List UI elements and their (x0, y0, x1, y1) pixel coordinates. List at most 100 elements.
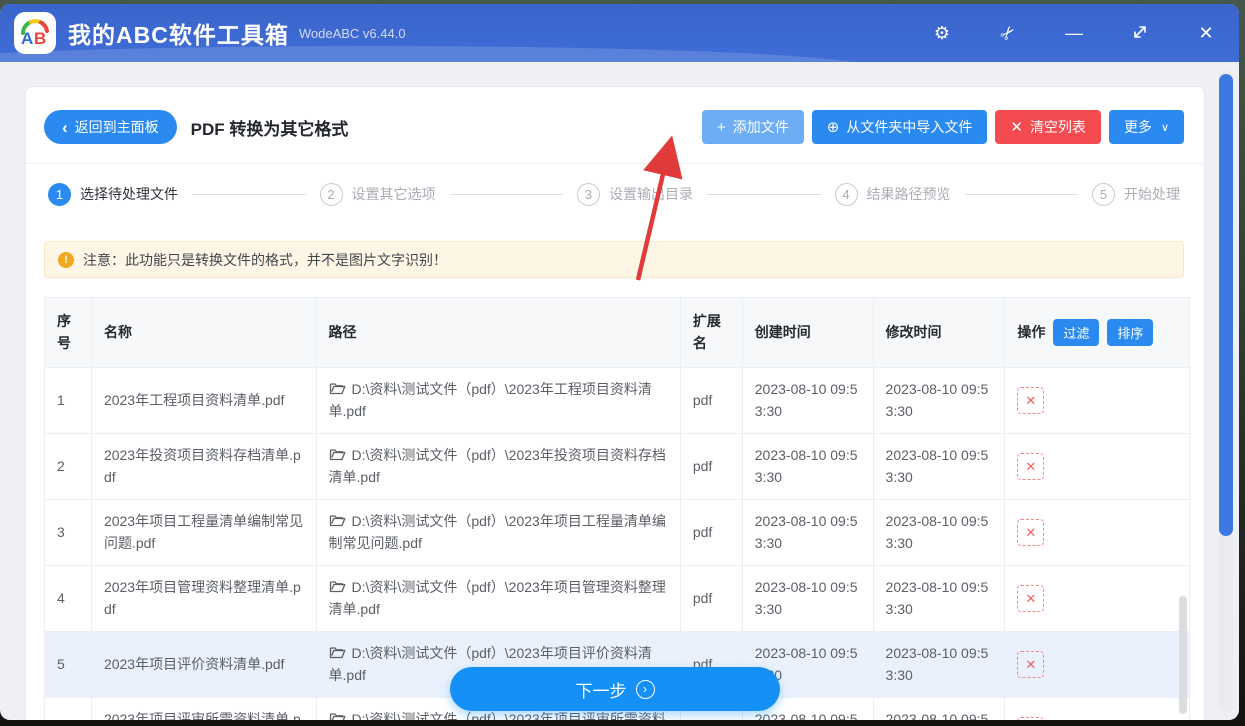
add-file-button[interactable]: + 添加文件 (702, 110, 804, 144)
cell-ext: pdf (681, 566, 743, 631)
warning-notice: ! 注意：此功能只是转换文件的格式，并不是图片文字识别！ (44, 241, 1184, 278)
folder-icon (329, 645, 346, 660)
more-button[interactable]: 更多 ∨ (1109, 110, 1184, 144)
cell-action: ✕ (1005, 368, 1189, 433)
path-text: D:\资料\测试文件（pdf）\2023年项目评审所需资料清单.pdf (329, 711, 666, 720)
header-ext: 扩展名 (681, 298, 743, 367)
header-action: 操作 过滤 排序 (1005, 298, 1189, 367)
abc-logo-icon: A B (18, 16, 52, 50)
table-row[interactable]: 3 2023年项目工程量清单编制常见问题.pdf D:\资料\测试文件（pdf）… (45, 500, 1189, 566)
header-index: 序号 (45, 298, 92, 367)
toolbar: ‹ 返回到主面板 PDF 转换为其它格式 + 添加文件 ⊕ 从文件夹中导入文件 … (44, 109, 1184, 145)
back-to-main-button[interactable]: ‹ 返回到主面板 (44, 110, 177, 144)
minimize-icon[interactable]: — (1063, 24, 1085, 42)
next-step-button[interactable]: 下一步 › (450, 667, 780, 711)
delete-row-button[interactable]: ✕ (1017, 585, 1044, 612)
cell-action: ✕ (1005, 434, 1189, 499)
table-row[interactable]: 4 2023年项目管理资料整理清单.pdf D:\资料\测试文件（pdf）\20… (45, 566, 1189, 632)
cell-name: 2023年项目评价资料清单.pdf (92, 632, 317, 697)
header-name: 名称 (92, 298, 317, 367)
sort-button[interactable]: 排序 (1107, 319, 1153, 346)
cell-modified: 2023-08-10 09:53:30 (874, 368, 1006, 433)
step-label: 结果路径预览 (867, 184, 951, 204)
window-scrollbar-track[interactable] (1219, 70, 1233, 712)
step-number: 2 (320, 183, 343, 206)
arrow-right-circle-icon: › (636, 680, 655, 699)
path-text: D:\资料\测试文件（pdf）\2023年项目工程量清单编制常见问题.pdf (329, 513, 666, 551)
folder-icon (329, 447, 346, 462)
scissors-icon[interactable]: ✂ (994, 19, 1022, 47)
step-number: 5 (1092, 183, 1115, 206)
step-item: 5 开始处理 (1092, 183, 1180, 206)
plus-icon: + (717, 120, 726, 135)
titlebar: A B 我的ABC软件工具箱 WodeABC v6.44.0 ⚙ ✂ — ✕ (0, 4, 1239, 62)
close-icon[interactable]: ✕ (1195, 24, 1217, 42)
delete-row-button[interactable]: ✕ (1017, 519, 1044, 546)
cell-created: 2023-08-10 09:53:30 (743, 368, 874, 433)
step-number: 4 (835, 183, 858, 206)
folder-icon (329, 513, 346, 528)
cell-path: D:\资料\测试文件（pdf）\2023年项目管理资料整理清单.pdf (317, 566, 681, 631)
cell-index: 2 (45, 434, 92, 499)
cell-index: 6 (45, 698, 92, 720)
clear-list-button[interactable]: ✕ 清空列表 (995, 110, 1101, 144)
cell-path: D:\资料\测试文件（pdf）\2023年项目工程量清单编制常见问题.pdf (317, 500, 681, 565)
warning-icon: ! (58, 252, 74, 268)
header-modified: 修改时间 (874, 298, 1006, 367)
window-scrollbar-thumb[interactable] (1219, 74, 1233, 536)
cell-created: 2023-08-10 09:53:30 (743, 434, 874, 499)
step-label: 开始处理 (1124, 184, 1180, 204)
resize-icon[interactable] (1129, 24, 1151, 43)
warning-text: 注意：此功能只是转换文件的格式，并不是图片文字识别！ (83, 250, 447, 270)
folder-icon (329, 381, 346, 396)
cell-modified: 2023-08-10 09:53:30 (874, 566, 1006, 631)
table-scrollbar-thumb[interactable] (1179, 596, 1187, 714)
table-row[interactable]: 2 2023年投资项目资料存档清单.pdf D:\资料\测试文件（pdf）\20… (45, 434, 1189, 500)
step-number: 3 (577, 183, 600, 206)
step-connector (192, 194, 306, 195)
chevron-left-icon: ‹ (62, 119, 68, 136)
svg-text:A: A (21, 29, 33, 48)
x-icon: ✕ (1010, 120, 1023, 135)
cell-action: ✕ (1005, 566, 1189, 631)
cell-path: D:\资料\测试文件（pdf）\2023年投资项目资料存档清单.pdf (317, 434, 681, 499)
cell-modified: 2023-08-10 09:53:30 (874, 500, 1006, 565)
svg-text:B: B (34, 29, 46, 48)
delete-row-button[interactable]: ✕ (1017, 387, 1044, 414)
step-connector (965, 194, 1079, 195)
cell-ext: pdf (681, 368, 743, 433)
cell-action: ✕ (1005, 698, 1189, 720)
filter-button[interactable]: 过滤 (1053, 319, 1099, 346)
path-text: D:\资料\测试文件（pdf）\2023年投资项目资料存档清单.pdf (329, 447, 666, 485)
app-logo: A B (14, 12, 56, 54)
cell-name: 2023年项目工程量清单编制常见问题.pdf (92, 500, 317, 565)
table-header-row: 序号 名称 路径 扩展名 创建时间 修改时间 操作 过滤 排序 (45, 298, 1189, 368)
path-text: D:\资料\测试文件（pdf）\2023年工程项目资料清单.pdf (329, 381, 652, 419)
cell-index: 3 (45, 500, 92, 565)
cell-action: ✕ (1005, 632, 1189, 697)
toolbar-divider (26, 163, 1204, 164)
step-connector (450, 194, 564, 195)
header-path: 路径 (317, 298, 681, 367)
cell-action: ✕ (1005, 500, 1189, 565)
table-row[interactable]: 1 2023年工程项目资料清单.pdf D:\资料\测试文件（pdf）\2023… (45, 368, 1189, 434)
app-title: 我的ABC软件工具箱 (68, 16, 289, 50)
app-version: WodeABC v6.44.0 (299, 26, 406, 41)
back-button-label: 返回到主面板 (75, 117, 159, 137)
settings-gear-icon[interactable]: ⚙ (931, 24, 953, 42)
app-window: A B 我的ABC软件工具箱 WodeABC v6.44.0 ⚙ ✂ — ✕ ‹… (0, 4, 1239, 720)
cell-index: 5 (45, 632, 92, 697)
delete-row-button[interactable]: ✕ (1017, 453, 1044, 480)
file-table: 序号 名称 路径 扩展名 创建时间 修改时间 操作 过滤 排序 1 2023年工… (44, 297, 1190, 720)
cell-ext: pdf (681, 434, 743, 499)
delete-row-button[interactable]: ✕ (1017, 651, 1044, 678)
cell-path: D:\资料\测试文件（pdf）\2023年工程项目资料清单.pdf (317, 368, 681, 433)
import-from-folder-button[interactable]: ⊕ 从文件夹中导入文件 (812, 110, 988, 144)
cell-name: 2023年工程项目资料清单.pdf (92, 368, 317, 433)
titlebar-controls: ⚙ ✂ — ✕ (931, 24, 1225, 43)
delete-row-button[interactable]: ✕ (1017, 717, 1044, 720)
step-label: 设置输出目录 (609, 184, 693, 204)
cell-index: 1 (45, 368, 92, 433)
cell-modified: 2023-08-10 09:53:30 (874, 434, 1006, 499)
import-label: 从文件夹中导入文件 (846, 117, 972, 137)
